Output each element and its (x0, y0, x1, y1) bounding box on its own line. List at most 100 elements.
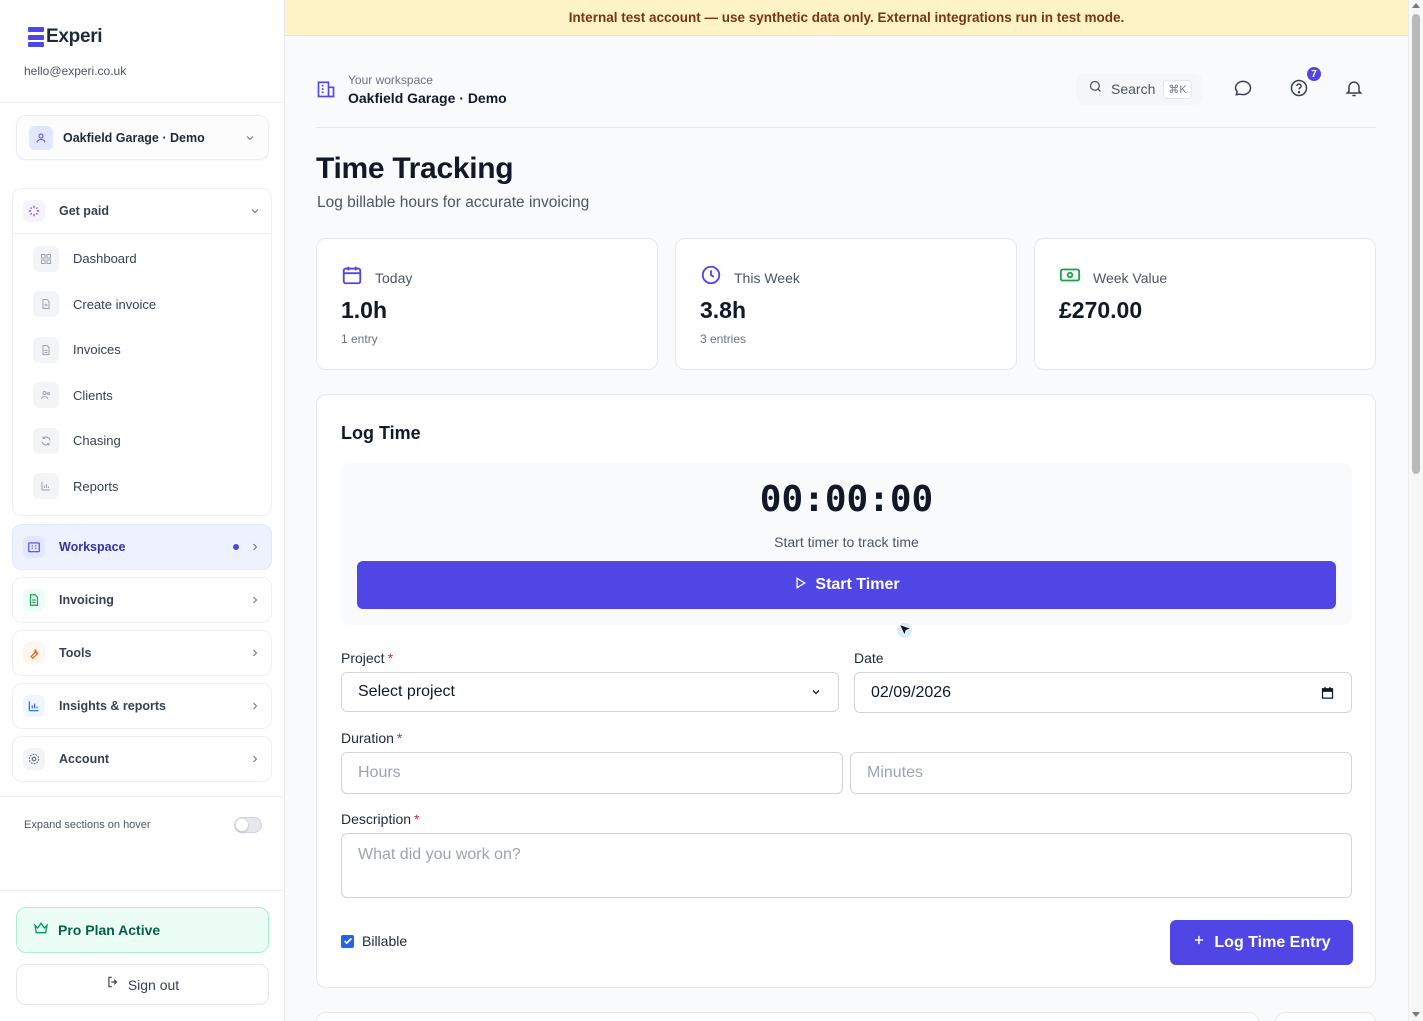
sidebar-group-label: Get paid (59, 204, 110, 218)
stat-card-today: Today 1.0h 1 entry (316, 238, 658, 370)
chevron-down-icon (244, 132, 256, 144)
sidebar-item-reports[interactable]: Reports (13, 464, 271, 510)
help-button[interactable] (1288, 77, 1310, 99)
workspace-selector[interactable]: Oakfield Garage · Demo (16, 115, 269, 160)
workspace-name: Oakfield Garage · Demo (348, 90, 507, 106)
date-label: Date (854, 650, 884, 666)
users-icon (33, 382, 59, 409)
sidebar-item-chasing[interactable]: Chasing (13, 418, 271, 464)
file-text-icon (33, 336, 59, 363)
brand-name: Experi (46, 26, 103, 47)
log-time-entry-button[interactable]: Log Time Entry (1170, 920, 1353, 965)
chevron-right-icon (249, 753, 261, 765)
refresh-icon (33, 427, 59, 454)
mouse-cursor-icon (897, 622, 917, 647)
log-time-entry-label: Log Time Entry (1214, 933, 1331, 951)
project-label: Project * (341, 650, 394, 666)
sign-out-label: Sign out (127, 976, 180, 993)
gear-icon (23, 748, 45, 770)
search-button[interactable]: Search ⌘K (1076, 73, 1202, 105)
sidebar-section-tools[interactable]: Tools (12, 630, 272, 676)
chevron-down-icon (810, 686, 822, 698)
messages-button[interactable] (1232, 77, 1254, 99)
start-timer-label: Start Timer (815, 576, 900, 593)
sidebar-item-invoices[interactable]: Invoices (13, 327, 271, 373)
sidebar-section-label: Account (59, 752, 109, 766)
description-label: Description * (341, 811, 420, 827)
help-circle-icon (1290, 79, 1308, 97)
next-card-edge (316, 1012, 1259, 1021)
expand-on-hover-label: Expand sections on hover (24, 819, 151, 831)
sidebar-section-account[interactable]: Account (12, 736, 272, 782)
sidebar-item-label: Create invoice (73, 296, 157, 312)
stat-count: 3 entries (700, 332, 747, 346)
sidebar-section-label: Tools (59, 646, 92, 660)
sidebar-group-get-paid: Get paid Dashboard Create invoice Invoic… (12, 188, 272, 516)
date-input[interactable]: 02/09/2026 (854, 672, 1352, 713)
sidebar-divider (0, 890, 284, 891)
notifications-button[interactable] (1343, 77, 1365, 99)
stat-value: 1.0h (341, 297, 388, 323)
bar-chart-icon (33, 473, 59, 500)
page-scrollbar[interactable] (1408, 0, 1423, 1021)
sidebar-section-label: Workspace (59, 540, 126, 554)
scroll-thumb[interactable] (1412, 14, 1420, 474)
workspace-selector-label: Oakfield Garage · Demo (63, 130, 205, 145)
grid-icon (33, 245, 59, 272)
pro-plan-badge[interactable]: Pro Plan Active (16, 907, 269, 953)
sidebar-group-get-paid-toggle[interactable]: Get paid (13, 189, 271, 233)
sign-out-button[interactable]: Sign out (16, 964, 269, 1005)
test-account-banner: Internal test account — use synthetic da… (285, 0, 1408, 36)
billable-checkbox[interactable] (341, 934, 354, 948)
project-select-value: Select project (358, 683, 455, 700)
sidebar-item-dashboard[interactable]: Dashboard (13, 236, 271, 282)
expand-on-hover-toggle[interactable] (234, 817, 262, 833)
plus-icon (1192, 933, 1206, 952)
help-badge: 7 (1306, 66, 1322, 82)
banknote-icon (1059, 264, 1081, 291)
sidebar-item-label: Chasing (73, 433, 121, 449)
project-select[interactable]: Select project (341, 672, 839, 712)
stat-count: 1 entry (341, 332, 378, 346)
start-timer-button[interactable]: Start Timer (357, 561, 1336, 609)
timer-display: 00:00:00 (759, 479, 934, 520)
check-icon (343, 937, 352, 945)
wrench-icon (23, 642, 45, 664)
clock-icon (700, 264, 722, 291)
calendar-icon (341, 264, 363, 291)
sidebar-item-create-invoice[interactable]: Create invoice (13, 282, 271, 328)
scroll-up-icon[interactable] (1412, 3, 1420, 8)
chevron-right-icon (249, 647, 261, 659)
building-icon (23, 536, 45, 558)
sparkles-icon (23, 200, 45, 222)
chart-icon (23, 695, 45, 717)
user-icon (29, 125, 53, 150)
get-paid-items: Dashboard Create invoice Invoices Client… (13, 233, 271, 515)
scroll-down-icon[interactable] (1412, 1012, 1420, 1017)
hours-placeholder: Hours (358, 764, 401, 781)
sign-out-icon (106, 975, 120, 994)
billable-checkbox-row[interactable]: Billable (341, 933, 407, 949)
sidebar-divider (0, 796, 284, 797)
experi-logo-icon (28, 27, 44, 47)
search-shortcut: ⌘K (1163, 79, 1192, 99)
minutes-input[interactable]: Minutes (850, 752, 1352, 794)
expand-on-hover-setting: Expand sections on hover (24, 816, 262, 834)
sidebar-item-label: Reports (73, 478, 119, 494)
sidebar-section-invoicing[interactable]: Invoicing (12, 577, 272, 623)
sidebar-item-clients[interactable]: Clients (13, 373, 271, 419)
log-time-card: Log Time 00:00:00 Start timer to track t… (316, 394, 1376, 988)
hours-input[interactable]: Hours (341, 752, 843, 794)
brand-logo[interactable]: Experi (28, 26, 103, 48)
sidebar-item-label: Invoices (73, 342, 121, 358)
sidebar-section-insights-reports[interactable]: Insights & reports (12, 683, 272, 729)
log-time-title: Log Time (341, 423, 421, 443)
chevron-right-icon (249, 541, 261, 553)
chevron-right-icon (249, 594, 261, 606)
sidebar-section-workspace[interactable]: Workspace (12, 524, 272, 570)
stat-label: Today (375, 269, 413, 286)
duration-label: Duration * (341, 730, 403, 746)
active-dot (233, 544, 239, 550)
calendar-icon[interactable] (1320, 685, 1335, 700)
description-textarea[interactable]: What did you work on? (341, 833, 1352, 898)
